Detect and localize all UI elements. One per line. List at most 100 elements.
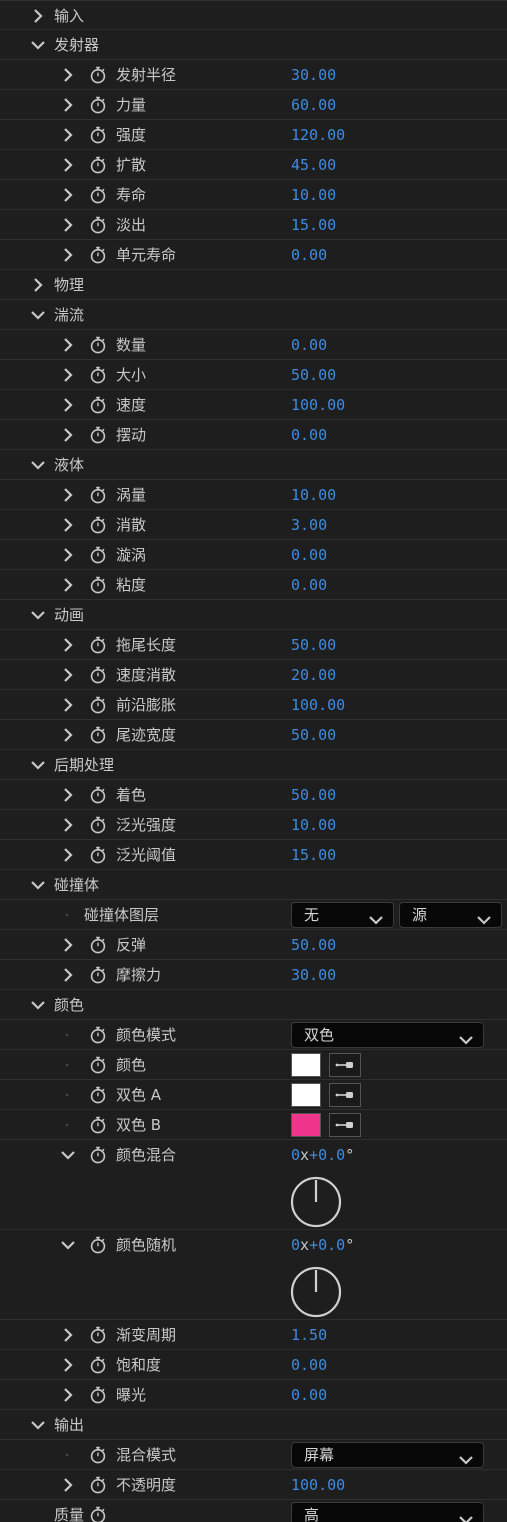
chevron-down-icon[interactable] — [31, 608, 45, 622]
chevron-right-icon[interactable] — [61, 128, 75, 142]
chevron-down-icon[interactable] — [61, 1148, 75, 1162]
chevron-right-icon[interactable] — [61, 518, 75, 532]
property-value[interactable]: 50.00 — [291, 725, 336, 745]
color-swatch[interactable] — [291, 1053, 321, 1077]
property-value[interactable]: 60.00 — [291, 95, 336, 115]
chevron-down-icon[interactable] — [31, 998, 45, 1012]
property-value[interactable]: 0.00 — [291, 335, 327, 355]
chevron-right-icon[interactable] — [61, 368, 75, 382]
stopwatch-icon[interactable] — [89, 396, 107, 414]
group-row[interactable]: 湍流 — [0, 300, 507, 330]
chevron-down-icon[interactable] — [61, 1238, 75, 1252]
property-value[interactable]: 30.00 — [291, 65, 336, 85]
stopwatch-icon[interactable] — [89, 486, 107, 504]
property-value[interactable]: 100.00 — [291, 1475, 345, 1495]
eyedropper-icon[interactable] — [329, 1113, 361, 1137]
group-row[interactable]: 物理 — [0, 270, 507, 300]
chevron-right-icon[interactable] — [61, 848, 75, 862]
chevron-right-icon[interactable] — [31, 9, 45, 23]
stopwatch-icon[interactable] — [89, 96, 107, 114]
group-row[interactable]: 输入 — [0, 0, 507, 30]
chevron-right-icon[interactable] — [61, 968, 75, 982]
group-row[interactable]: 颜色 — [0, 990, 507, 1020]
color-swatch[interactable] — [291, 1083, 321, 1107]
stopwatch-icon[interactable] — [89, 1086, 107, 1104]
stopwatch-icon[interactable] — [89, 1026, 107, 1044]
chevron-right-icon[interactable] — [61, 98, 75, 112]
stopwatch-icon[interactable] — [89, 966, 107, 984]
chevron-right-icon[interactable] — [61, 698, 75, 712]
chevron-right-icon[interactable] — [61, 488, 75, 502]
stopwatch-icon[interactable] — [89, 1116, 107, 1134]
stopwatch-icon[interactable] — [89, 936, 107, 954]
property-value[interactable]: 0.00 — [291, 545, 327, 565]
stopwatch-icon[interactable] — [89, 336, 107, 354]
property-value[interactable]: 10.00 — [291, 485, 336, 505]
property-value[interactable]: 45.00 — [291, 155, 336, 175]
chevron-right-icon[interactable] — [61, 1478, 75, 1492]
chevron-right-icon[interactable] — [61, 578, 75, 592]
chevron-down-icon[interactable] — [31, 458, 45, 472]
property-value[interactable]: 15.00 — [291, 845, 336, 865]
chevron-right-icon[interactable] — [61, 1358, 75, 1372]
dropdown-select[interactable]: 双色 — [291, 1022, 484, 1048]
chevron-right-icon[interactable] — [61, 188, 75, 202]
stopwatch-icon[interactable] — [89, 1506, 107, 1522]
stopwatch-icon[interactable] — [89, 66, 107, 84]
chevron-right-icon[interactable] — [61, 818, 75, 832]
stopwatch-icon[interactable] — [89, 1056, 107, 1074]
property-value[interactable]: 0.00 — [291, 575, 327, 595]
stopwatch-icon[interactable] — [89, 1146, 107, 1164]
group-row[interactable]: 发射器 — [0, 30, 507, 60]
stopwatch-icon[interactable] — [89, 726, 107, 744]
property-value[interactable]: 20.00 — [291, 665, 336, 685]
chevron-right-icon[interactable] — [61, 398, 75, 412]
stopwatch-icon[interactable] — [89, 246, 107, 264]
property-value[interactable]: 50.00 — [291, 365, 336, 385]
property-value[interactable]: 50.00 — [291, 935, 336, 955]
color-swatch[interactable] — [291, 1113, 321, 1137]
stopwatch-icon[interactable] — [89, 216, 107, 234]
stopwatch-icon[interactable] — [89, 816, 107, 834]
property-value[interactable]: 10.00 — [291, 185, 336, 205]
chevron-right-icon[interactable] — [61, 248, 75, 262]
property-value[interactable]: 50.00 — [291, 785, 336, 805]
chevron-right-icon[interactable] — [61, 338, 75, 352]
chevron-down-icon[interactable] — [31, 308, 45, 322]
chevron-right-icon[interactable] — [61, 638, 75, 652]
chevron-down-icon[interactable] — [31, 758, 45, 772]
stopwatch-icon[interactable] — [89, 696, 107, 714]
chevron-down-icon[interactable] — [31, 1418, 45, 1432]
property-value[interactable]: 15.00 — [291, 215, 336, 235]
property-value[interactable]: 0.00 — [291, 245, 327, 265]
property-value[interactable]: 1.50 — [291, 1325, 327, 1345]
stopwatch-icon[interactable] — [89, 1476, 107, 1494]
stopwatch-icon[interactable] — [89, 546, 107, 564]
stopwatch-icon[interactable] — [89, 156, 107, 174]
stopwatch-icon[interactable] — [89, 426, 107, 444]
eyedropper-icon[interactable] — [329, 1053, 361, 1077]
group-row[interactable]: 液体 — [0, 450, 507, 480]
property-value[interactable]: 0.00 — [291, 425, 327, 445]
chevron-down-icon[interactable] — [31, 38, 45, 52]
property-value[interactable]: 10.00 — [291, 815, 336, 835]
chevron-right-icon[interactable] — [61, 68, 75, 82]
angle-dial-icon[interactable] — [290, 1266, 342, 1318]
stopwatch-icon[interactable] — [89, 1326, 107, 1344]
chevron-right-icon[interactable] — [61, 218, 75, 232]
stopwatch-icon[interactable] — [89, 1386, 107, 1404]
stopwatch-icon[interactable] — [89, 786, 107, 804]
angle-value[interactable]: 0x+0.0° — [291, 1145, 354, 1165]
stopwatch-icon[interactable] — [89, 186, 107, 204]
group-row[interactable]: 后期处理 — [0, 750, 507, 780]
chevron-right-icon[interactable] — [31, 278, 45, 292]
chevron-right-icon[interactable] — [61, 548, 75, 562]
chevron-right-icon[interactable] — [61, 938, 75, 952]
property-value[interactable]: 50.00 — [291, 635, 336, 655]
dropdown-select[interactable]: 高 — [291, 1502, 484, 1522]
chevron-right-icon[interactable] — [61, 728, 75, 742]
angle-value[interactable]: 0x+0.0° — [291, 1235, 354, 1255]
stopwatch-icon[interactable] — [89, 1356, 107, 1374]
stopwatch-icon[interactable] — [89, 126, 107, 144]
dropdown-select[interactable]: 屏幕 — [291, 1442, 484, 1468]
